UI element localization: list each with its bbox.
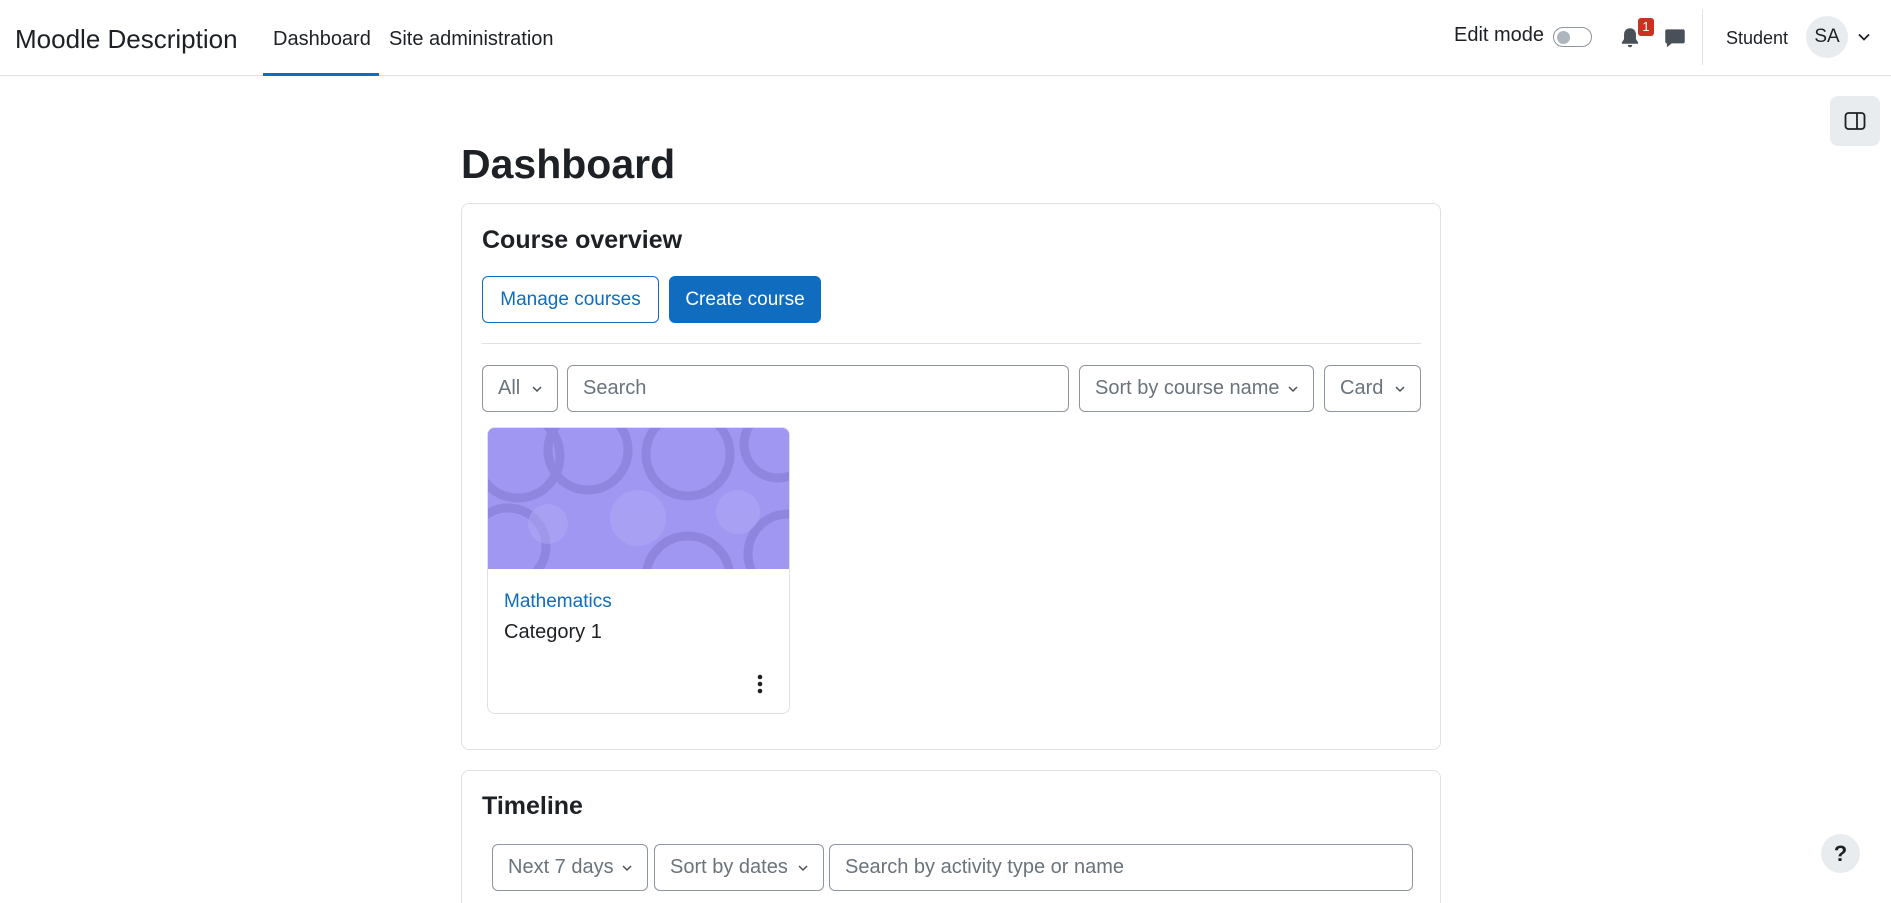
user-role-label[interactable]: Student [1726, 28, 1788, 49]
block-drawer-toggle[interactable] [1830, 96, 1880, 146]
navbar-divider [1702, 10, 1703, 65]
course-overview-block: Course overview Manage courses Create co… [461, 203, 1441, 750]
chevron-down-icon [532, 386, 542, 393]
more-vertical-icon[interactable] [750, 673, 770, 695]
course-name-link[interactable]: Mathematics [504, 591, 612, 613]
course-image[interactable] [488, 428, 789, 625]
notification-count-badge: 1 [1638, 18, 1654, 36]
chat-bubble-icon[interactable] [1662, 25, 1688, 51]
sidebar-panel-icon [1844, 112, 1866, 130]
timeline-sort-dropdown[interactable]: Sort by dates [654, 844, 824, 891]
timeline-range-value: Next 7 days [508, 856, 614, 878]
chevron-down-icon [1395, 386, 1405, 393]
toggle-knob [1557, 30, 1570, 44]
tab-dashboard[interactable]: Dashboard [263, 0, 379, 76]
edit-mode-label: Edit mode [1454, 24, 1545, 46]
chevron-down-icon[interactable] [1857, 30, 1871, 44]
create-course-button[interactable]: Create course [669, 276, 821, 323]
timeline-range-dropdown[interactable]: Next 7 days [492, 844, 648, 891]
timeline-search-input[interactable]: Search by activity type or name [829, 844, 1413, 891]
chevron-down-icon [622, 865, 632, 872]
search-input[interactable]: Search [567, 365, 1069, 412]
edit-mode-toggle[interactable] [1553, 27, 1592, 47]
chevron-down-icon [798, 865, 808, 872]
grouping-value: All [498, 377, 521, 399]
course-card[interactable]: Mathematics Category 1 [487, 427, 790, 714]
course-overview-title: Course overview [482, 226, 683, 254]
top-navbar: Moodle Description Dashboard Site admini… [0, 0, 1891, 76]
user-avatar[interactable]: SA [1806, 16, 1848, 58]
manage-courses-button[interactable]: Manage courses [482, 276, 659, 323]
timeline-sort-value: Sort by dates [670, 856, 788, 878]
view-value: Card [1340, 377, 1384, 399]
help-button[interactable]: ? [1821, 834, 1860, 873]
chevron-down-icon [1288, 386, 1298, 393]
grouping-dropdown[interactable]: All [482, 365, 558, 412]
divider [482, 343, 1421, 344]
page-title: Dashboard [461, 141, 676, 187]
course-category: Category 1 [504, 621, 602, 643]
sort-dropdown[interactable]: Sort by course name [1079, 365, 1314, 412]
timeline-title: Timeline [482, 792, 583, 820]
sort-value: Sort by course name [1095, 377, 1280, 399]
view-dropdown[interactable]: Card [1324, 365, 1421, 412]
timeline-block: Timeline Next 7 days Sort by dates Searc… [461, 770, 1441, 903]
tab-site-administration[interactable]: Site administration [379, 0, 564, 76]
site-brand[interactable]: Moodle Description [15, 24, 238, 55]
